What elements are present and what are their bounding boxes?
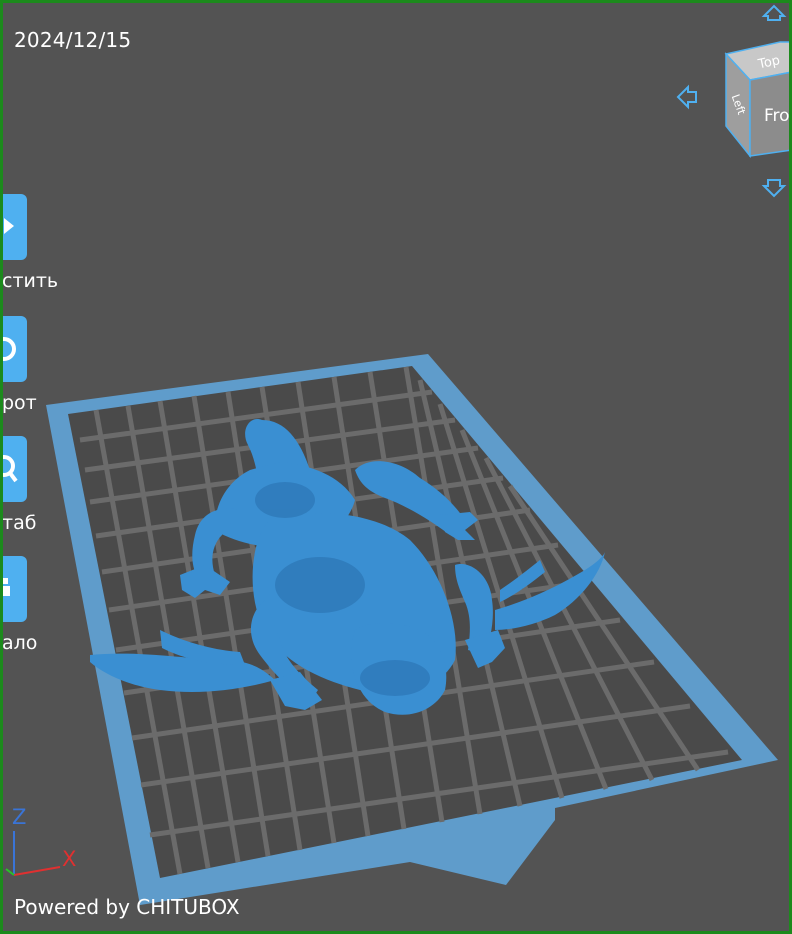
mirror-label: ало (2, 632, 38, 654)
view-left-arrow-icon[interactable] (676, 84, 697, 110)
view-up-arrow-icon[interactable] (761, 4, 787, 21)
cube-front-label: Front (764, 106, 792, 126)
rotate-label: рот (2, 392, 37, 414)
scale-label: таб (2, 512, 37, 534)
axis-z-label: Z (12, 805, 27, 829)
rotate-icon (0, 337, 16, 361)
rotate-button[interactable] (0, 316, 27, 382)
powered-by-label: Powered by CHITUBOX (14, 895, 240, 919)
view-down-arrow-icon[interactable] (761, 179, 787, 198)
view-cube[interactable]: Top Left Front (660, 0, 792, 200)
mirror-icon (0, 578, 10, 596)
move-button[interactable] (0, 194, 27, 260)
date-label: 2024/12/15 (14, 28, 132, 52)
axis-x-label: X (62, 847, 77, 871)
move-label: стить (2, 270, 59, 292)
scale-button[interactable] (0, 436, 27, 502)
axes-indicator: Z X (0, 805, 90, 885)
move-icon (4, 218, 14, 234)
scale-icon (0, 455, 18, 483)
mirror-button[interactable] (0, 556, 27, 622)
